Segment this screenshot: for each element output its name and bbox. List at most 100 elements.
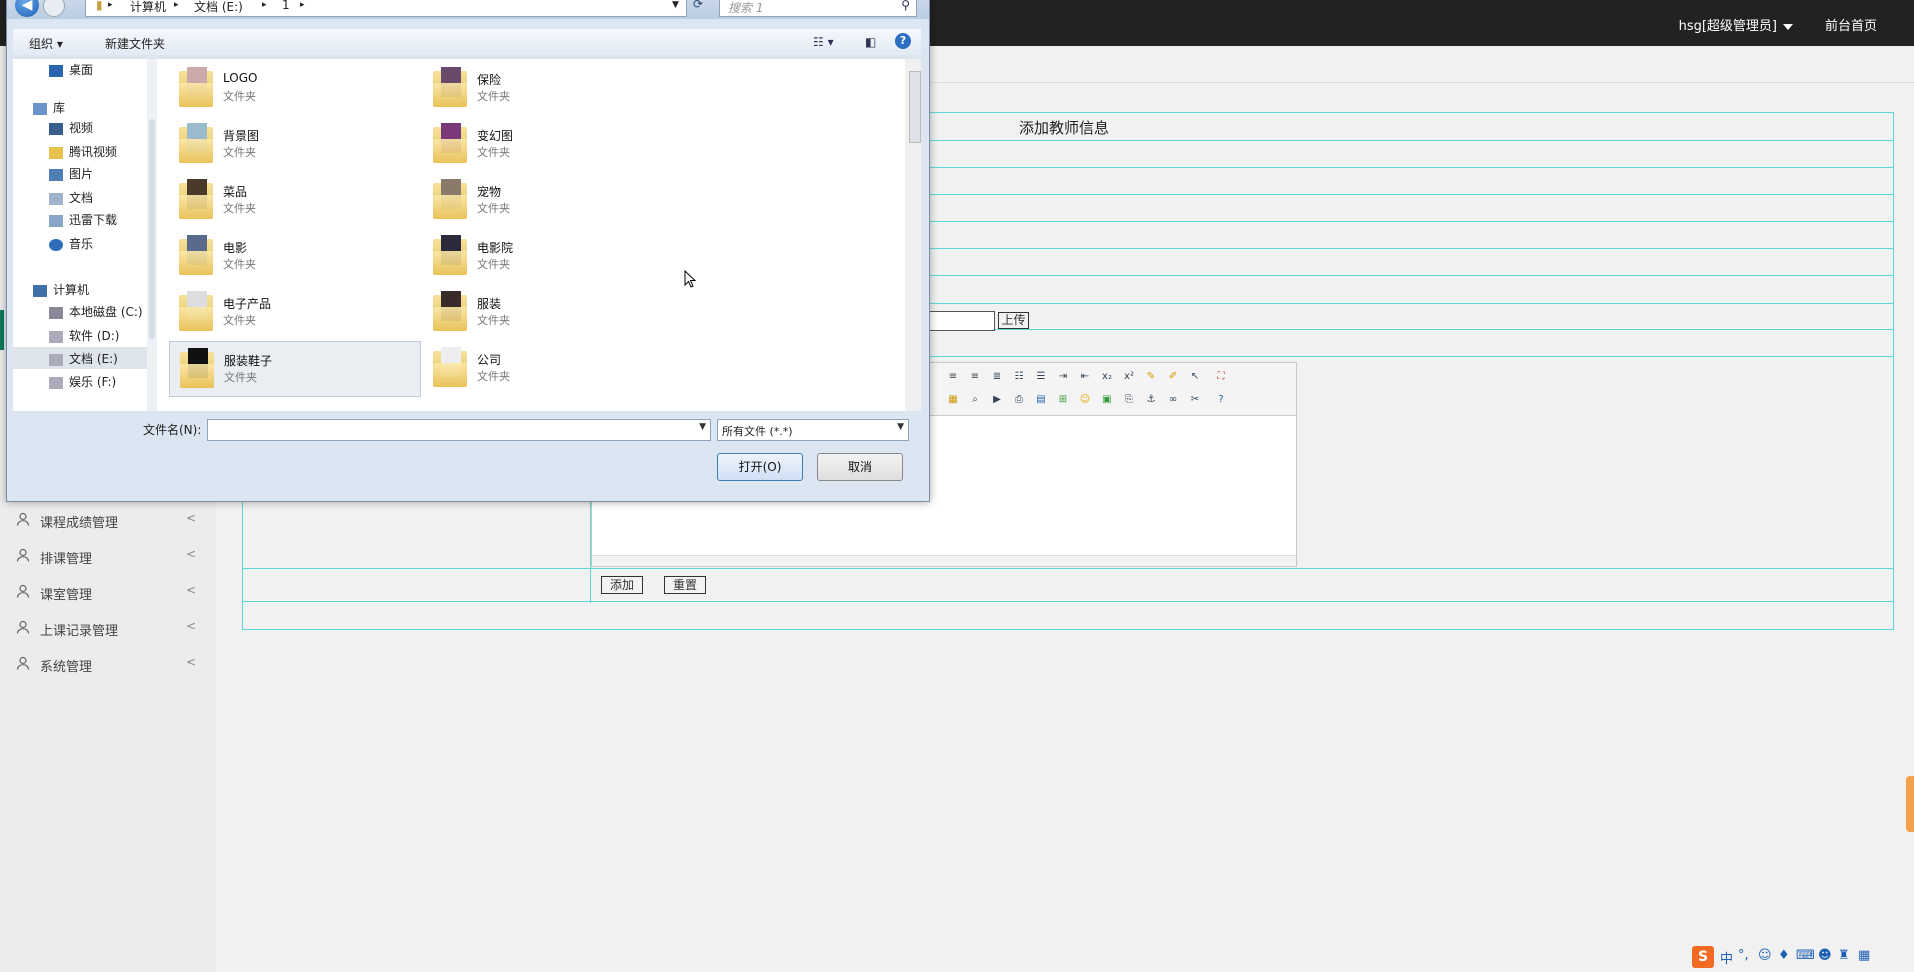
table-icon[interactable]: ▦ [946,394,960,406]
add-button[interactable]: 添加 [601,576,643,594]
nav-drive-c[interactable]: 本地磁盘 (C:) [49,303,143,320]
breadcrumb-item[interactable]: 1 [282,0,290,12]
back-icon[interactable]: ◀ [15,0,39,17]
sidebar-item-scheduling[interactable]: 排课管理 < [16,542,196,572]
nav-drive-d[interactable]: 软件 (D:) [49,327,119,344]
breadcrumb-item[interactable]: 计算机 [130,0,166,15]
microphone-icon[interactable]: ♦ [1778,948,1790,963]
superscript-icon[interactable]: x² [1122,371,1136,383]
clear-format-icon[interactable]: ✎ [1144,371,1158,383]
photo-path-input[interactable] [925,311,995,331]
grid-icon[interactable]: ▤ [1034,394,1048,406]
chevron-right-icon: ▸ [174,0,179,10]
file-type-select[interactable]: 所有文件 (*.*) ▼ [717,419,909,441]
keyboard-icon[interactable]: ⌨ [1796,948,1815,963]
format-paint-icon[interactable]: ✐ [1166,371,1180,383]
folder-item[interactable]: 菜品 文件夹 [169,173,419,227]
nav-xunlei[interactable]: 迅雷下载 [49,211,117,228]
help-icon[interactable]: ? [1214,394,1228,406]
nav-pictures[interactable]: 图片 [49,165,93,182]
folder-item[interactable]: LOGO 文件夹 [169,61,419,115]
sogou-logo-icon[interactable]: S [1692,946,1714,968]
emoji-icon[interactable]: ☺ [1758,948,1772,963]
nav-desktop[interactable]: 桌面 [49,61,93,78]
upload-button[interactable]: 上传 [998,312,1029,329]
sidebar-item-course-grades[interactable]: 课程成绩管理 < [16,506,196,536]
cancel-button[interactable]: 取消 [817,453,903,481]
sidebar-item-class-records[interactable]: 上课记录管理 < [16,614,196,644]
folder-type: 文件夹 [477,202,510,215]
user-icon[interactable]: ☻ [1818,948,1832,963]
indent-icon[interactable]: ⇥ [1056,371,1070,383]
nav-music[interactable]: 音乐 [49,235,93,252]
nav-video[interactable]: 视频 [49,119,93,136]
folder-item-selected[interactable]: 服装鞋子 文件夹 [169,341,421,397]
folder-item[interactable]: 电子产品 文件夹 [169,285,419,339]
organize-menu[interactable]: 组织 ▾ [29,35,63,52]
sidebar-item-system[interactable]: 系统管理 < [16,650,196,680]
fullscreen-icon[interactable]: ⛶ [1214,371,1228,383]
page-break-icon[interactable]: ⎘ [1122,394,1136,406]
user-menu[interactable]: hsg[超级管理员] [1679,15,1793,34]
align-center-icon[interactable]: ≡ [946,371,960,383]
unlink-icon[interactable]: ✂ [1188,394,1202,406]
preview-pane-icon[interactable]: ◧ [865,35,876,49]
image-icon[interactable]: ▣ [1100,394,1114,406]
breadcrumb-item[interactable]: 文档 (E:) [194,0,243,15]
file-list-scrollbar-thumb[interactable] [909,71,921,143]
align-right-icon[interactable]: ≡ [968,371,982,383]
ordered-list-icon[interactable]: ☷ [1012,371,1026,383]
skin-icon[interactable]: ♜ [1838,948,1850,963]
ime-language[interactable]: 中 [1720,948,1733,967]
refresh-icon[interactable]: ⟳ [693,0,703,11]
outdent-icon[interactable]: ⇤ [1078,371,1092,383]
folder-item[interactable]: 背景图 文件夹 [169,117,419,171]
new-folder-button[interactable]: 新建文件夹 [105,35,165,52]
dropdown-arrow-icon[interactable]: ▼ [699,422,706,432]
help-icon[interactable]: ? [895,33,911,49]
nav-scrollbar-thumb[interactable] [149,119,155,339]
insert-row-icon[interactable]: ⊞ [1056,394,1070,406]
folder-item[interactable]: 电影 文件夹 [169,229,419,283]
filename-input[interactable]: ▼ [207,419,711,441]
breadcrumb[interactable]: ▮ ▸ 计算机 ▸ 文档 (E:) ▸ 1 ▸ ▼ [85,0,687,17]
nav-tencent-video[interactable]: 腾讯视频 [49,143,117,160]
reset-button[interactable]: 重置 [664,576,706,594]
attachment-icon[interactable]: ⎙ [1012,394,1026,406]
sidebar-item-classroom[interactable]: 课室管理 < [16,578,196,608]
link-icon[interactable]: ∞ [1166,394,1180,406]
open-button[interactable]: 打开(O) [717,453,803,481]
dropdown-arrow-icon[interactable]: ▼ [672,0,679,10]
folder-item[interactable]: 公司 文件夹 [423,341,673,395]
nav-drive-e-selected[interactable]: 文档 (E:) [13,347,147,369]
search-input[interactable]: 搜索 1 ⚲ [719,0,917,17]
sidebar-item-label: 课程成绩管理 [40,516,119,531]
folder-item[interactable]: 变幻图 文件夹 [423,117,673,171]
menu-grid-icon[interactable]: ▦ [1858,948,1870,963]
punctuation-icon[interactable]: °, [1738,948,1749,963]
forward-icon[interactable] [43,0,65,17]
anchor-icon[interactable]: ⚓ [1144,394,1158,406]
editor-resize-bar[interactable] [592,555,1296,566]
folder-item[interactable]: 保险 文件夹 [423,61,673,115]
image-search-icon[interactable]: ⌕ [968,394,982,406]
folder-item[interactable]: 服装 文件夹 [423,285,673,339]
nav-library[interactable]: 库 [33,99,65,116]
view-options-icon[interactable]: ☷ ▾ [813,35,834,49]
unordered-list-icon[interactable]: ☰ [1034,371,1048,383]
media-icon[interactable]: ▶ [990,394,1004,406]
nav-computer[interactable]: 计算机 [33,281,89,298]
front-page-link[interactable]: 前台首页 [1825,15,1877,34]
side-widget-tab[interactable] [1906,776,1914,832]
folder-icon [433,235,467,275]
folder-item[interactable]: 宠物 文件夹 [423,173,673,227]
nav-documents[interactable]: 文档 [49,189,93,206]
nav-drive-f[interactable]: 娱乐 (F:) [49,373,116,390]
folder-item[interactable]: 电影院 文件夹 [423,229,673,283]
folder-name: 电子产品 [223,297,272,311]
emoticon-icon[interactable]: ☺ [1078,394,1092,406]
align-justify-icon[interactable]: ≣ [990,371,1004,383]
select-all-icon[interactable]: ↖ [1188,371,1202,383]
subscript-icon[interactable]: x₂ [1100,371,1114,383]
folder-icon [49,146,63,159]
